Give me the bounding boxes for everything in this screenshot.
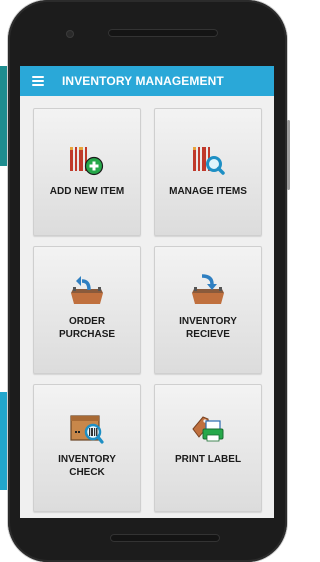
phone-screen: INVENTORY MANAGEMENT ADD NEW ITEM MANAGE… bbox=[20, 66, 274, 518]
barcode-add-icon bbox=[70, 147, 104, 176]
order-purchase-label: ORDER PURCHASE bbox=[58, 316, 116, 340]
side-button bbox=[287, 120, 290, 190]
order-purchase-button[interactable]: ORDER PURCHASE bbox=[33, 246, 141, 374]
inventory-recieve-button[interactable]: INVENTORY RECIEVE bbox=[154, 246, 262, 374]
inventory-recieve-label: INVENTORY RECIEVE bbox=[179, 316, 237, 340]
menu-grid: ADD NEW ITEM MANAGE ITEMS ORDER PURCHASE… bbox=[20, 96, 274, 512]
add-new-item-button[interactable]: ADD NEW ITEM bbox=[33, 108, 141, 236]
inventory-check-button[interactable]: INVENTORY CHECK bbox=[33, 384, 141, 512]
phone-frame: INVENTORY MANAGEMENT ADD NEW ITEM MANAGE… bbox=[8, 0, 290, 562]
manage-items-label: MANAGE ITEMS bbox=[169, 186, 247, 197]
tray-download-icon bbox=[192, 274, 224, 304]
inventory-check-label: INVENTORY CHECK bbox=[58, 454, 116, 478]
hamburger-menu-icon[interactable] bbox=[32, 76, 44, 86]
add-new-item-label: ADD NEW ITEM bbox=[49, 186, 125, 197]
print-label-button[interactable]: PRINT LABEL bbox=[154, 384, 262, 512]
manage-items-button[interactable]: MANAGE ITEMS bbox=[154, 108, 262, 236]
app-title: INVENTORY MANAGEMENT bbox=[62, 74, 224, 88]
box-scan-icon bbox=[70, 415, 104, 444]
camera-icon bbox=[66, 30, 74, 38]
app-bar: INVENTORY MANAGEMENT bbox=[20, 66, 274, 96]
barcode-search-icon bbox=[193, 147, 225, 175]
print-label-label: PRINT LABEL bbox=[174, 454, 242, 465]
earpiece-speaker bbox=[108, 29, 218, 37]
label-print-icon bbox=[192, 416, 224, 442]
stage: INVENTORY MANAGEMENT ADD NEW ITEM MANAGE… bbox=[0, 0, 295, 562]
bottom-speaker bbox=[110, 534, 220, 542]
tray-upload-icon bbox=[71, 276, 103, 304]
